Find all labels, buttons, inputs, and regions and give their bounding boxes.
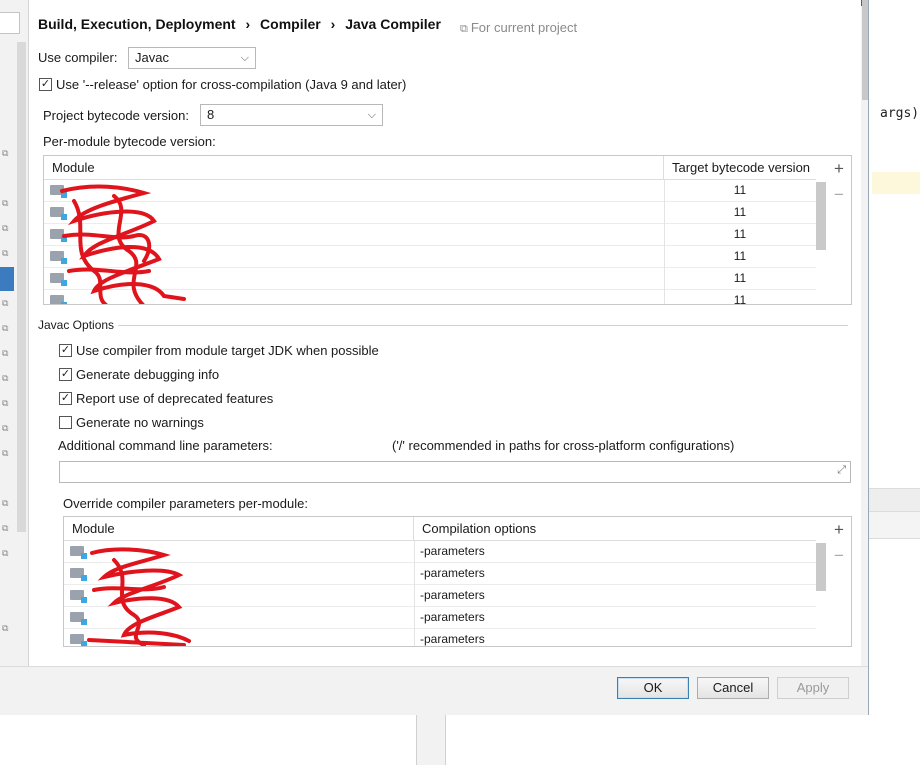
module-table-scrollbar[interactable]	[816, 182, 826, 250]
option-label: Report use of deprecated features	[76, 391, 274, 406]
settings-dialog: ⧉ ⧉ ⧉ ⧉ ⧉ ⧉ ⧉ ⧉ ⧉ ⧉ ⧉ ⧉ ⧉ ⧉ ⧉ Build, Exe…	[0, 0, 869, 715]
cancel-button[interactable]: Cancel	[697, 677, 769, 699]
copy-icon: ⧉	[2, 498, 9, 508]
column-header-module[interactable]: Module	[64, 517, 414, 541]
copy-icon: ⧉	[2, 448, 9, 458]
target-version[interactable]: 11	[664, 290, 816, 304]
column-header-module[interactable]: Module	[44, 156, 664, 180]
compilation-options-value[interactable]: -parameters	[420, 541, 800, 562]
compiler-select-value: Javac	[135, 50, 169, 65]
breadcrumb-separator: ›	[245, 16, 251, 32]
target-version[interactable]: 11	[664, 180, 816, 201]
release-option-checkbox[interactable]: ✓	[39, 78, 52, 91]
copy-icon: ⧉	[2, 548, 9, 558]
copy-icon: ⧉	[2, 323, 9, 333]
editor-current-line	[872, 172, 920, 194]
use-compiler-label: Use compiler:	[38, 50, 118, 65]
copy-icon: ⧉	[2, 398, 9, 408]
settings-search-input[interactable]	[0, 12, 20, 34]
breadcrumb-item: Build, Execution, Deployment	[38, 16, 236, 32]
module-folder-icon	[70, 634, 87, 646]
editor-gutter-band-2	[869, 512, 920, 539]
compilation-options-value[interactable]: -parameters	[420, 607, 800, 628]
module-folder-icon	[70, 568, 87, 581]
option-checkbox[interactable]: ✓	[59, 368, 72, 381]
background-splitter	[416, 714, 446, 765]
target-version[interactable]: 11	[664, 246, 816, 267]
option-label: Use compiler from module target JDK when…	[76, 343, 379, 358]
compilation-options-value[interactable]: -parameters	[420, 585, 800, 606]
override-params-table[interactable]: Module Compilation options + − -paramete…	[63, 516, 852, 647]
project-bytecode-value: 8	[207, 107, 215, 122]
override-table-scrollbar[interactable]	[816, 543, 826, 591]
remove-override-button[interactable]: −	[827, 545, 851, 567]
column-divider	[664, 180, 665, 304]
copy-icon: ⧉	[2, 373, 9, 383]
module-folder-icon	[70, 612, 87, 625]
breadcrumb-item: Compiler	[260, 16, 321, 32]
target-version[interactable]: 11	[664, 224, 816, 245]
copy-icon: ⧉	[2, 348, 9, 358]
target-version[interactable]: 11	[664, 268, 816, 289]
copy-icon: ⧉	[2, 223, 9, 233]
module-folder-icon	[70, 546, 87, 559]
release-option-label: Use '--release' option for cross-compila…	[56, 77, 407, 92]
copy-icon: ⧉	[2, 248, 9, 258]
project-bytecode-select[interactable]: 8 ⌵	[200, 104, 383, 126]
compilation-options-value[interactable]: -parameters	[420, 563, 800, 584]
project-bytecode-label: Project bytecode version:	[43, 108, 189, 123]
breadcrumb-separator: ›	[330, 16, 336, 32]
editor-code-fragment: args)	[880, 106, 920, 121]
remove-module-button[interactable]: −	[827, 184, 851, 206]
apply-button[interactable]: Apply	[777, 677, 849, 699]
redaction-scribble	[60, 184, 186, 304]
option-label: Generate no warnings	[76, 415, 204, 430]
add-module-button[interactable]: +	[827, 158, 851, 180]
settings-tree-pane: ⧉ ⧉ ⧉ ⧉ ⧉ ⧉ ⧉ ⧉ ⧉ ⧉ ⧉ ⧉ ⧉ ⧉ ⧉	[0, 0, 29, 666]
copy-icon: ⧉	[2, 623, 9, 633]
project-scope-icon: ⧉	[460, 23, 468, 35]
expand-icon[interactable]: ⤢	[837, 464, 846, 477]
additional-params-input[interactable]: ⤢	[59, 461, 851, 483]
option-label: Generate debugging info	[76, 367, 220, 382]
settings-tree-selected-item[interactable]	[0, 267, 14, 291]
target-version[interactable]: 11	[664, 202, 816, 223]
copy-icon: ⧉	[2, 148, 9, 158]
module-bytecode-table[interactable]: Module Target bytecode version + − 11 11…	[43, 155, 852, 305]
scope-label: For current project	[470, 20, 578, 35]
copy-icon: ⧉	[2, 198, 9, 208]
add-override-button[interactable]: +	[827, 519, 851, 541]
copy-icon: ⧉	[2, 523, 9, 533]
javac-options-title: Javac Options	[38, 318, 115, 332]
column-header-target-version[interactable]: Target bytecode version	[664, 156, 816, 180]
editor-gutter-band	[869, 488, 920, 512]
ok-button[interactable]: OK	[617, 677, 689, 699]
option-checkbox[interactable]: ✓	[59, 344, 72, 357]
copy-icon: ⧉	[2, 423, 9, 433]
redaction-scribble	[87, 547, 191, 646]
option-checkbox[interactable]: ✓	[59, 392, 72, 405]
breadcrumb: Build, Execution, Deployment › Compiler …	[38, 16, 441, 32]
content-scrollbar[interactable]	[862, 0, 868, 100]
additional-params-label: Additional command line parameters:	[58, 438, 273, 453]
chevron-down-icon: ⌵	[367, 109, 376, 121]
copy-icon: ⧉	[2, 298, 9, 308]
override-label: Override compiler parameters per-module:	[63, 496, 308, 511]
per-module-label: Per-module bytecode version:	[43, 134, 216, 149]
settings-tree-scrollbar[interactable]	[17, 42, 26, 532]
scope-indicator: ⧉ For current project	[460, 20, 577, 36]
column-divider	[414, 541, 415, 646]
javac-options-separator	[118, 325, 848, 326]
breadcrumb-item: Java Compiler	[345, 16, 441, 32]
compilation-options-value[interactable]: -parameters	[420, 629, 800, 646]
option-checkbox[interactable]	[59, 416, 72, 429]
chevron-down-icon: ⌵	[240, 52, 249, 64]
compiler-select[interactable]: Javac ⌵	[128, 47, 256, 69]
module-folder-icon	[70, 590, 87, 603]
additional-params-hint: ('/' recommended in paths for cross-plat…	[392, 438, 735, 453]
column-header-compilation-options[interactable]: Compilation options	[414, 517, 816, 541]
